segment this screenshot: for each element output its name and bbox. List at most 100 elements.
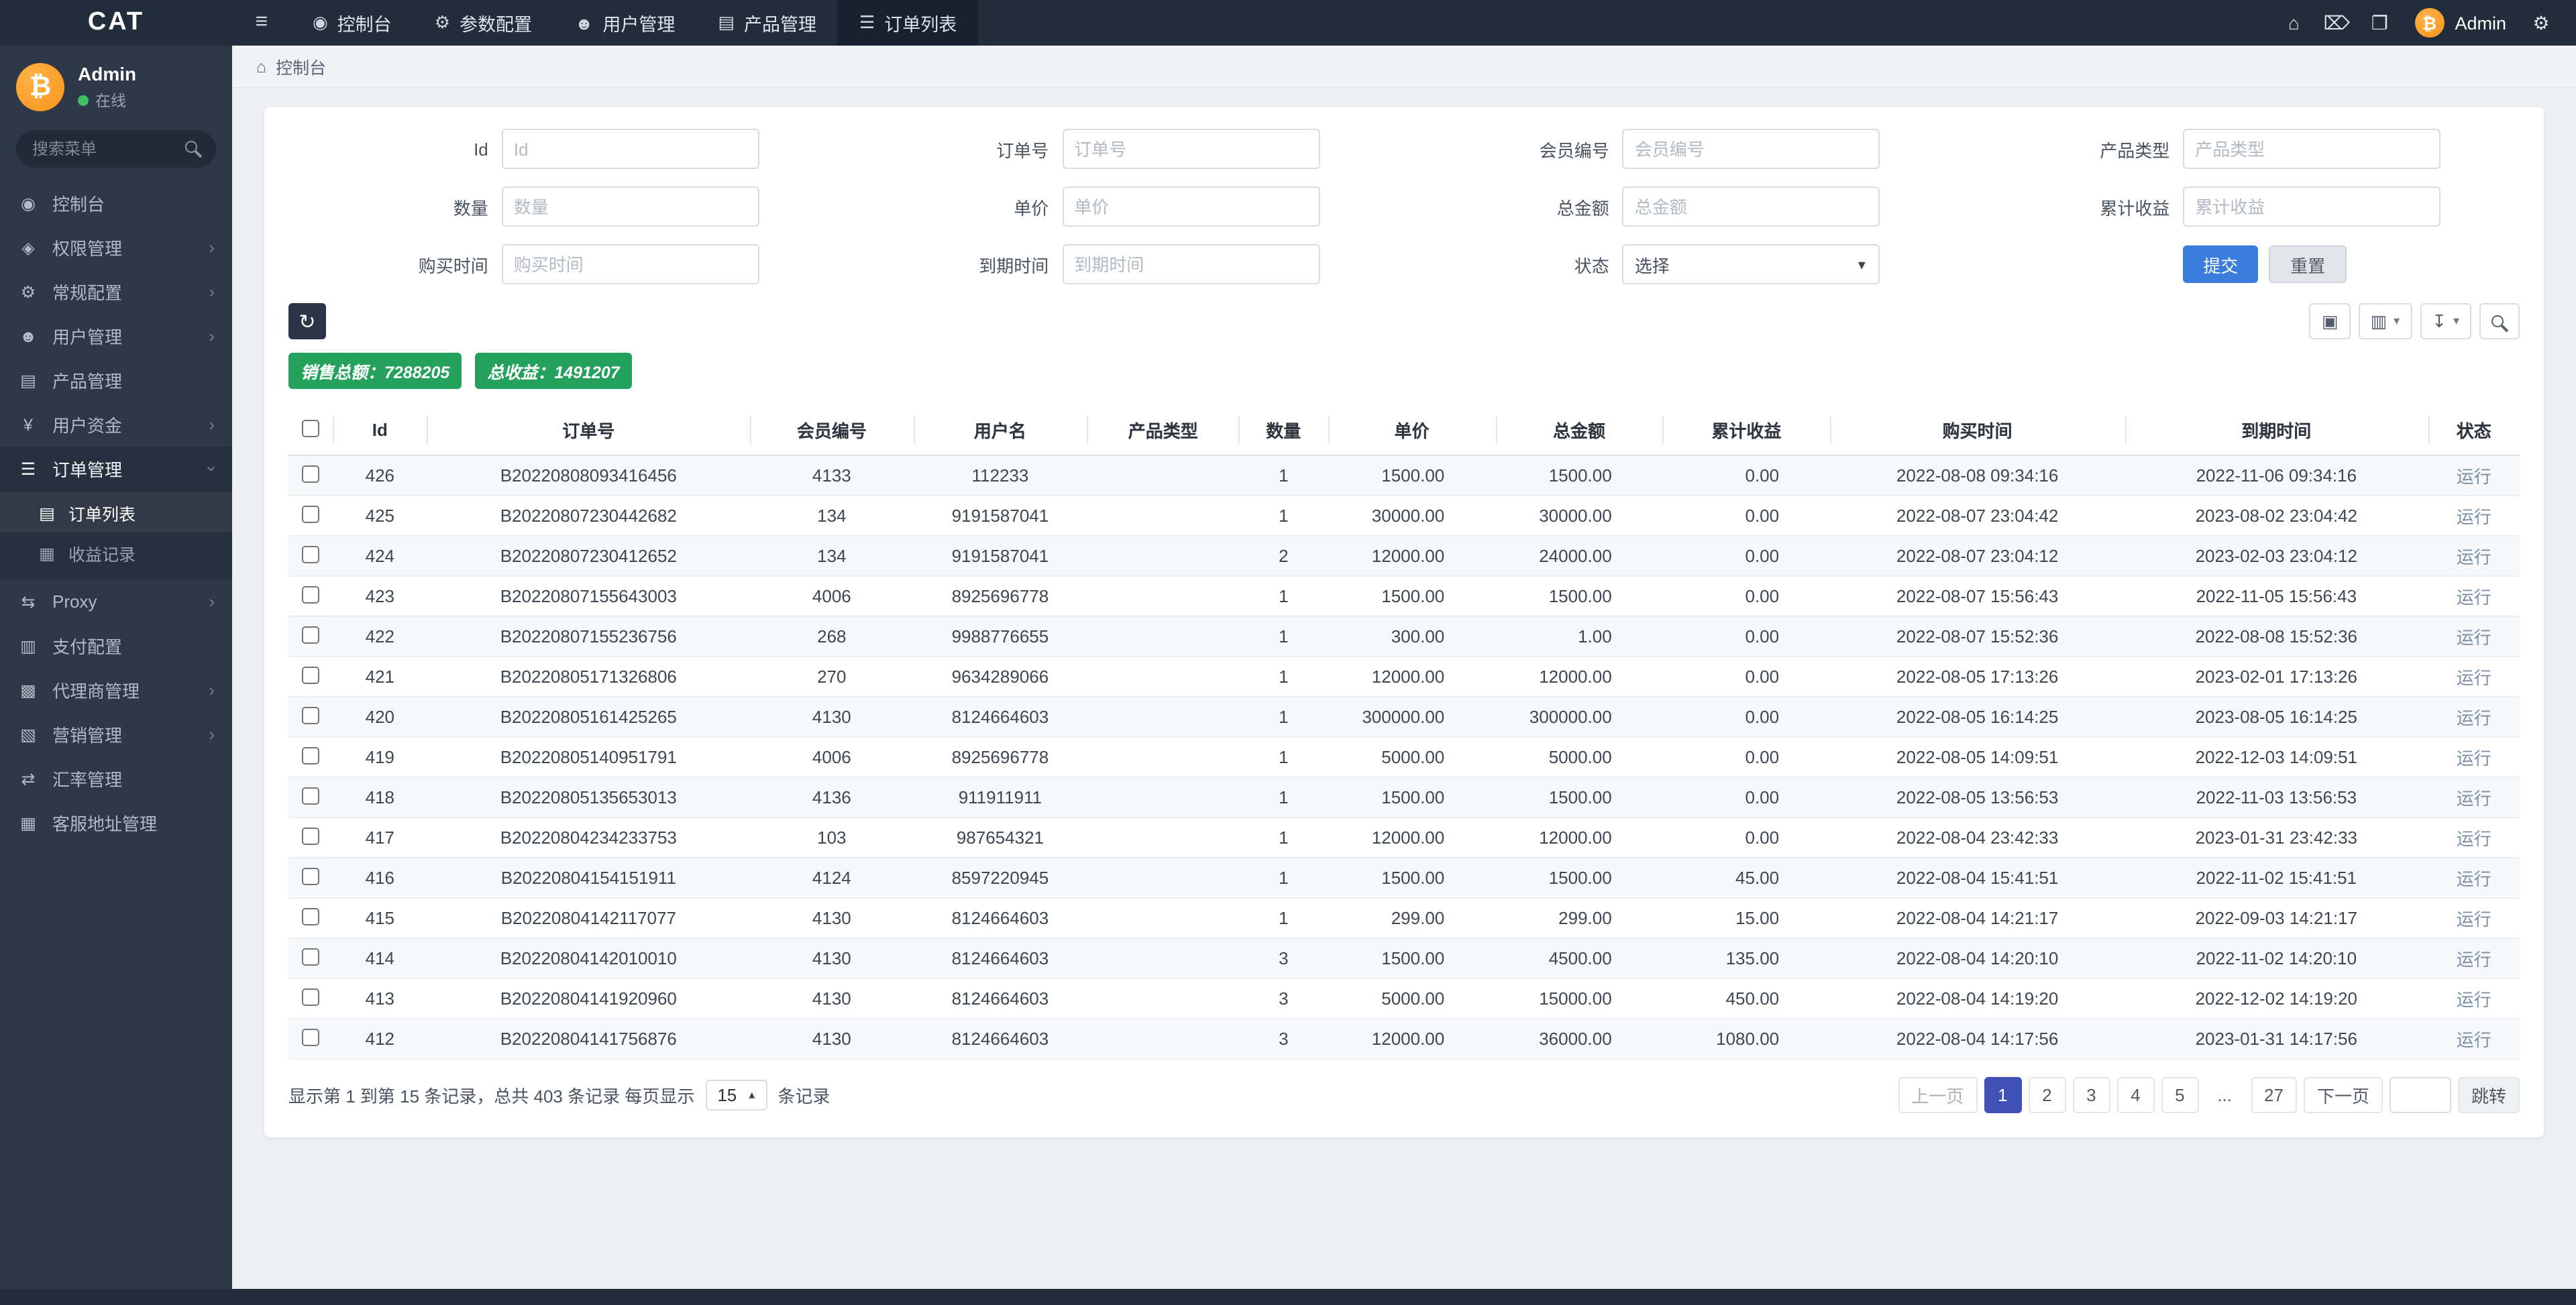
sidebar-link-general-config[interactable]: ⚙ 常规配置 ›: [0, 270, 232, 314]
order-no-input[interactable]: [1062, 129, 1320, 169]
quantity-input[interactable]: [501, 186, 759, 227]
row-checkbox[interactable]: [302, 827, 320, 844]
search-button[interactable]: [2479, 303, 2520, 339]
table-row[interactable]: 418 B20220805135653013 4136 911911911 1 1500.…: [288, 777, 2520, 818]
id-input[interactable]: [501, 129, 759, 169]
select-all-checkbox[interactable]: [302, 419, 320, 437]
table-row[interactable]: 420 B20220805161425265 4130 8124664603 1 3000…: [288, 697, 2520, 738]
cell-order_no: B20220804141920960: [427, 978, 751, 1019]
table-row[interactable]: 426 B20220808093416456 4133 112233 1 1500.00 1…: [288, 455, 2520, 496]
prev-page-button[interactable]: 上一页: [1898, 1077, 1978, 1113]
table-row[interactable]: 424 B20220807230412652 134 9191587041 2 12000…: [288, 536, 2520, 577]
unit-price-input[interactable]: [1062, 186, 1320, 227]
sidebar-link-agent-mgmt[interactable]: ▩ 代理商管理 ›: [0, 668, 232, 712]
user-menu[interactable]: ₿ Admin: [2401, 8, 2520, 38]
row-checkbox[interactable]: [302, 867, 320, 885]
sidebar-link-marketing-mgmt[interactable]: ▧ 营销管理 ›: [0, 712, 232, 756]
table-row[interactable]: 421 B20220805171326806 270 9634289066 1 12000…: [288, 657, 2520, 697]
sidebar-link-dashboard[interactable]: ◉ 控制台: [0, 181, 232, 225]
trash-button[interactable]: ⌦: [2315, 0, 2358, 46]
table-row[interactable]: 425 B20220807230442682 134 9191587041 1 30000…: [288, 496, 2520, 536]
nav-item-user-mgmt[interactable]: ☻ 用户管理: [553, 0, 696, 46]
next-page-button[interactable]: 下一页: [2303, 1077, 2383, 1113]
table-row[interactable]: 417 B20220804234233753 103 987654321 1 12000.…: [288, 817, 2520, 858]
home-button[interactable]: ⌂: [2272, 0, 2315, 46]
params-config-icon: ⚙: [434, 12, 450, 32]
table-row[interactable]: 419 B20220805140951791 4006 8925696778 1 5000…: [288, 737, 2520, 778]
table-row[interactable]: 416 B20220804154151911 4124 8597220945 1 1500…: [288, 858, 2520, 899]
page-button-3[interactable]: 3: [2072, 1077, 2110, 1113]
refresh-button[interactable]: ↻: [288, 303, 326, 339]
jump-page-input[interactable]: [2389, 1077, 2451, 1113]
submit-button[interactable]: 提交: [2183, 245, 2259, 283]
row-checkbox[interactable]: [302, 545, 320, 563]
sidebar-link-proxy[interactable]: ⇆ Proxy ›: [0, 579, 232, 624]
expire-time-input[interactable]: [1062, 244, 1320, 284]
nav-item-product-mgmt[interactable]: ▤ 产品管理: [696, 0, 838, 46]
filter-actions: 提交 重置: [1970, 244, 2520, 284]
sidebar-link-order-mgmt[interactable]: ☰ 订单管理 ›: [0, 447, 232, 491]
submenu-link-order-list[interactable]: ▤ 订单列表: [0, 492, 232, 532]
submenu-link-profit-records[interactable]: ▦ 收益记录: [0, 532, 232, 573]
row-checkbox[interactable]: [302, 1028, 320, 1045]
table-row[interactable]: 413 B20220804141920960 4130 8124664603 3 5000…: [288, 978, 2520, 1019]
table-row[interactable]: 415 B20220804142117077 4130 8124664603 1 299.…: [288, 898, 2520, 939]
status-select[interactable]: 选择 ▾: [1622, 244, 1880, 284]
row-checkbox[interactable]: [302, 907, 320, 925]
cell-qty: 1: [1238, 817, 1328, 858]
fullscreen-button[interactable]: ❐: [2358, 0, 2401, 46]
row-checkbox[interactable]: [302, 505, 320, 522]
product-type-input[interactable]: [2183, 129, 2441, 169]
horizontal-scrollbar[interactable]: [0, 1289, 2576, 1305]
row-checkbox[interactable]: [302, 706, 320, 724]
cell-product_type: [1087, 737, 1239, 778]
table-row[interactable]: 422 B20220807155236756 268 9988776655 1 300.0…: [288, 616, 2520, 657]
filter-label-order-no: 订单号: [996, 140, 1049, 160]
sidebar-toggle-button[interactable]: ≡: [232, 0, 291, 46]
cell-member_no: 4130: [750, 1019, 914, 1060]
table-row[interactable]: 414 B20220804142010010 4130 8124664603 3 1500…: [288, 938, 2520, 979]
table-row[interactable]: 412 B20220804141756876 4130 8124664603 3 1200…: [288, 1019, 2520, 1060]
row-checkbox[interactable]: [302, 585, 320, 603]
nav-item-params-config[interactable]: ⚙ 参数配置: [413, 0, 553, 46]
buy-time-input[interactable]: [501, 244, 759, 284]
export-button[interactable]: ↧ ▾: [2420, 303, 2471, 339]
settings-button[interactable]: ⚙: [2520, 0, 2563, 46]
sidebar-link-product-mgmt[interactable]: ▤ 产品管理: [0, 358, 232, 402]
page-button-2[interactable]: 2: [2028, 1077, 2066, 1113]
sidebar-item-general-config: ⚙ 常规配置 ›: [0, 270, 232, 314]
reset-button[interactable]: 重置: [2269, 245, 2347, 283]
total-amount-input[interactable]: [1622, 186, 1880, 227]
page-button-4[interactable]: 4: [2116, 1077, 2155, 1113]
nav-item-order-list[interactable]: ☰ 订单列表: [837, 0, 979, 46]
page-size-select[interactable]: 15 ▴: [705, 1080, 767, 1111]
row-checkbox[interactable]: [302, 746, 320, 764]
row-checkbox[interactable]: [302, 626, 320, 643]
sidebar-link-exchange-rate-mgmt[interactable]: ⇄ 汇率管理: [0, 756, 232, 801]
sidebar-link-user-mgmt[interactable]: ☻ 用户管理 ›: [0, 314, 232, 358]
row-checkbox-cell: [288, 576, 333, 617]
sidebar-link-service-address-mgmt[interactable]: ▦ 客服地址管理: [0, 801, 232, 845]
jump-button[interactable]: 跳转: [2457, 1077, 2520, 1113]
sidebar-link-user-funds[interactable]: ¥ 用户资金 ›: [0, 402, 232, 447]
row-checkbox[interactable]: [302, 787, 320, 804]
sidebar-link-payment-config[interactable]: ▥ 支付配置: [0, 624, 232, 668]
row-checkbox[interactable]: [302, 465, 320, 482]
table-row[interactable]: 423 B20220807155643003 4006 8925696778 1 1500…: [288, 576, 2520, 617]
columns-button[interactable]: ▥ ▾: [2358, 303, 2412, 339]
sidebar-link-permission-mgmt[interactable]: ◈ 权限管理 ›: [0, 225, 232, 270]
cell-expire_time: 2022-12-03 14:09:51: [2125, 737, 2428, 778]
page-button-5[interactable]: 5: [2161, 1077, 2199, 1113]
page-button-1[interactable]: 1: [1984, 1077, 2022, 1113]
online-status-label: 在线: [95, 94, 126, 110]
row-checkbox[interactable]: [302, 666, 320, 683]
cell-product_type: [1087, 455, 1239, 496]
detail-view-button[interactable]: ▣: [2309, 303, 2351, 339]
member-no-input[interactable]: [1622, 129, 1880, 169]
nav-item-dashboard[interactable]: ◉ 控制台: [291, 0, 413, 46]
page-button-27[interactable]: 27: [2251, 1077, 2297, 1113]
accum-profit-input[interactable]: [2183, 186, 2441, 227]
row-checkbox[interactable]: [302, 948, 320, 965]
cell-order_no: B20220805135653013: [427, 777, 751, 818]
row-checkbox[interactable]: [302, 988, 320, 1005]
